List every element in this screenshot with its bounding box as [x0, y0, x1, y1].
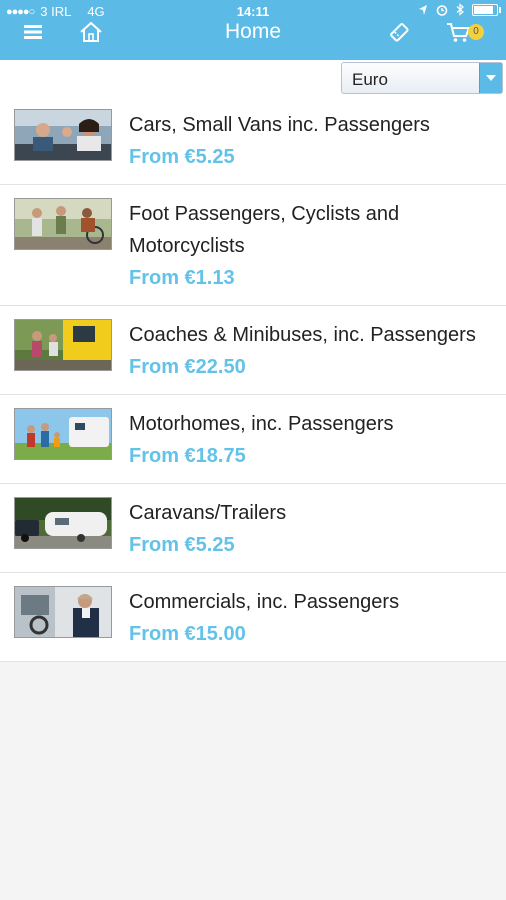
- ticket-icon[interactable]: [385, 20, 413, 44]
- currency-bar: Euro: [0, 60, 506, 96]
- motorhome-photo: [14, 408, 112, 460]
- battery-icon: [472, 3, 501, 16]
- page-title: Home: [224, 20, 282, 43]
- category-price: From €5.25: [129, 534, 235, 556]
- caravan-photo: [14, 497, 112, 549]
- list-item[interactable]: Caravans/Trailers From €5.25: [0, 484, 506, 573]
- cart-button[interactable]: 0: [444, 20, 490, 44]
- app-header: ●●●●○ 3 IRL 4G 14:11 Home 0: [0, 0, 506, 60]
- category-price: From €1.13: [129, 267, 235, 289]
- alarm-icon: [436, 4, 448, 16]
- category-label: Caravans/Trailers: [129, 502, 287, 524]
- category-price: From €18.75: [129, 445, 246, 467]
- category-label: Coaches & Minibuses, inc. Passengers: [129, 324, 476, 346]
- commercial-van-photo: [14, 586, 112, 638]
- currency-value: Euro: [352, 70, 388, 89]
- cart-count-badge: 0: [468, 24, 484, 40]
- category-label: Cars, Small Vans inc. Passengers: [129, 114, 430, 136]
- cyclists-photo: [14, 198, 112, 250]
- list-item[interactable]: Motorhomes, inc. Passengers From €18.75: [0, 395, 506, 484]
- location-icon: [419, 4, 427, 15]
- list-item[interactable]: Commercials, inc. Passengers From €15.00: [0, 573, 506, 662]
- category-price: From €5.25: [129, 146, 235, 168]
- chevron-down-icon[interactable]: [479, 63, 502, 93]
- category-label: Motorhomes, inc. Passengers: [129, 413, 394, 435]
- bluetooth-icon: [456, 3, 464, 16]
- category-price: From €15.00: [129, 623, 246, 645]
- list-item[interactable]: Coaches & Minibuses, inc. Passengers Fro…: [0, 306, 506, 395]
- car-passengers-photo: [14, 109, 112, 161]
- category-label-line-1: Foot Passengers, Cyclists and: [129, 203, 400, 225]
- minibus-photo: [14, 319, 112, 371]
- list-item[interactable]: Foot Passengers, Cyclists and Motorcycli…: [0, 185, 506, 306]
- list-item[interactable]: Cars, Small Vans inc. Passengers From €5…: [0, 96, 506, 185]
- category-label: Foot Passengers, Cyclists and Motorcycli…: [129, 198, 499, 262]
- category-label: Commercials, inc. Passengers: [129, 591, 400, 613]
- category-price: From €22.50: [129, 356, 246, 378]
- category-label-line-2: Motorcyclists: [129, 235, 245, 257]
- status-bar: ●●●●○ 3 IRL 4G 14:11: [0, 0, 506, 22]
- vehicle-category-list: Cars, Small Vans inc. Passengers From €5…: [0, 96, 506, 662]
- currency-select[interactable]: Euro: [341, 62, 503, 94]
